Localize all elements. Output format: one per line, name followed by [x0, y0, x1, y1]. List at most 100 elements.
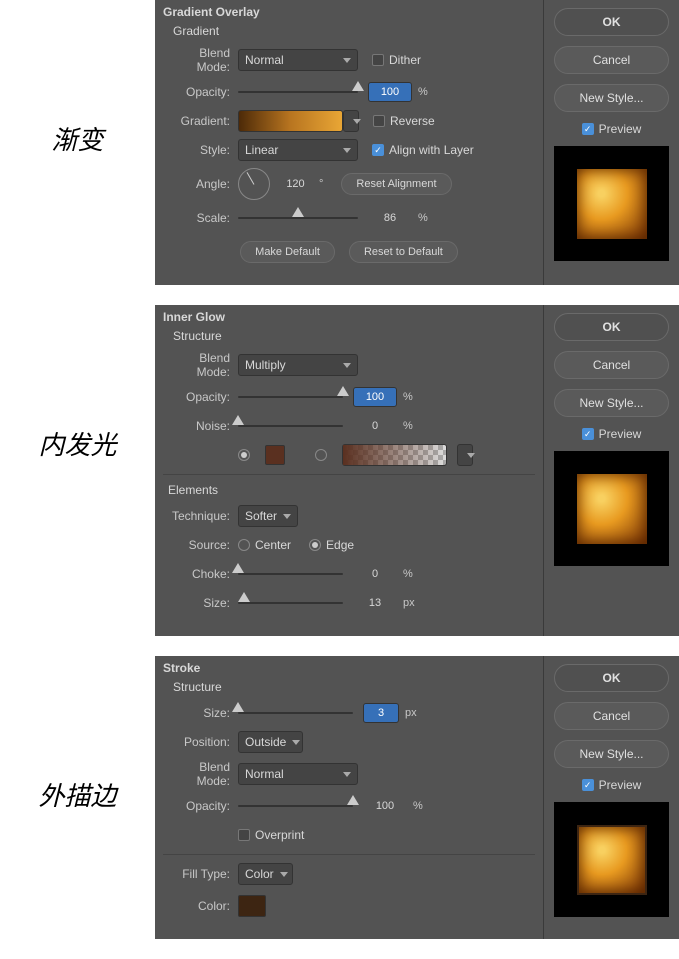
- blend-mode-select[interactable]: Multiply: [238, 354, 358, 376]
- technique-label: Technique:: [163, 509, 238, 523]
- preview-label: Preview: [599, 122, 642, 136]
- preview-checkbox[interactable]: [582, 779, 594, 791]
- technique-select[interactable]: Softer: [238, 505, 298, 527]
- section-label-innerglow: 内发光: [0, 305, 155, 462]
- reverse-checkbox[interactable]: [373, 115, 385, 127]
- color-radio[interactable]: [238, 449, 250, 461]
- choke-slider[interactable]: [238, 567, 343, 581]
- size-slider[interactable]: [238, 596, 343, 610]
- section-label-stroke: 外描边: [0, 656, 155, 813]
- noise-input[interactable]: [353, 416, 397, 436]
- blend-mode-label: Blend Mode:: [163, 351, 238, 379]
- stroke-dialog: Stroke Structure Size: px Position: Outs…: [155, 656, 679, 939]
- opacity-label: Opacity:: [163, 390, 238, 404]
- center-label: Center: [255, 538, 291, 552]
- blend-mode-label: Blend Mode:: [163, 760, 238, 788]
- new-style-button[interactable]: New Style...: [554, 740, 669, 768]
- opacity-input[interactable]: [353, 387, 397, 407]
- source-edge-radio[interactable]: [309, 539, 321, 551]
- size-input[interactable]: [353, 593, 397, 613]
- color-label: Color:: [163, 899, 238, 913]
- filltype-select[interactable]: Color: [238, 863, 293, 885]
- noise-label: Noise:: [163, 419, 238, 433]
- position-label: Position:: [163, 735, 238, 749]
- size-unit: px: [405, 707, 417, 719]
- gradient-overlay-dialog: Gradient Overlay Gradient Blend Mode: No…: [155, 0, 679, 285]
- glow-color-swatch[interactable]: [265, 445, 285, 465]
- choke-input[interactable]: [353, 564, 397, 584]
- glow-gradient-swatch[interactable]: [342, 444, 447, 466]
- opacity-slider[interactable]: [238, 390, 343, 404]
- preview-label: Preview: [599, 427, 642, 441]
- scale-input[interactable]: [368, 208, 412, 228]
- reset-default-button[interactable]: Reset to Default: [349, 241, 458, 263]
- panel-subtitle: Gradient: [173, 24, 535, 38]
- preview-box: [554, 802, 669, 917]
- preview-label: Preview: [599, 778, 642, 792]
- scale-label: Scale:: [163, 211, 238, 225]
- scale-unit: %: [418, 212, 428, 224]
- opacity-unit: %: [413, 800, 423, 812]
- opacity-label: Opacity:: [163, 85, 238, 99]
- style-label: Style:: [163, 143, 238, 157]
- new-style-button[interactable]: New Style...: [554, 389, 669, 417]
- panel-title: Inner Glow: [163, 310, 535, 324]
- source-label: Source:: [163, 538, 238, 552]
- ok-button[interactable]: OK: [554, 8, 669, 36]
- cancel-button[interactable]: Cancel: [554, 351, 669, 379]
- cancel-button[interactable]: Cancel: [554, 46, 669, 74]
- inner-glow-dialog: Inner Glow Structure Blend Mode: Multipl…: [155, 305, 679, 636]
- reset-alignment-button[interactable]: Reset Alignment: [341, 173, 451, 195]
- edge-label: Edge: [326, 538, 354, 552]
- scale-slider[interactable]: [238, 211, 358, 225]
- ok-button[interactable]: OK: [554, 313, 669, 341]
- size-unit: px: [403, 597, 415, 609]
- glow-gradient-dropdown[interactable]: [457, 444, 473, 466]
- size-label: Size:: [163, 706, 238, 720]
- overprint-label: Overprint: [255, 828, 304, 842]
- noise-slider[interactable]: [238, 419, 343, 433]
- opacity-input[interactable]: [368, 82, 412, 102]
- dither-checkbox[interactable]: [372, 54, 384, 66]
- opacity-unit: %: [403, 391, 413, 403]
- align-checkbox[interactable]: [372, 144, 384, 156]
- choke-unit: %: [403, 568, 413, 580]
- panel-subtitle: Structure: [173, 329, 535, 343]
- angle-dial[interactable]: [238, 168, 270, 200]
- blend-mode-label: Blend Mode:: [163, 46, 238, 74]
- size-slider[interactable]: [238, 706, 353, 720]
- preview-checkbox[interactable]: [582, 428, 594, 440]
- stroke-color-swatch[interactable]: [238, 895, 266, 917]
- choke-label: Choke:: [163, 567, 238, 581]
- position-select[interactable]: Outside: [238, 731, 303, 753]
- style-select[interactable]: Linear: [238, 139, 358, 161]
- blend-mode-select[interactable]: Normal: [238, 49, 358, 71]
- opacity-slider[interactable]: [238, 85, 358, 99]
- reverse-label: Reverse: [390, 114, 435, 128]
- opacity-unit: %: [418, 86, 428, 98]
- new-style-button[interactable]: New Style...: [554, 84, 669, 112]
- panel-title: Stroke: [163, 661, 535, 675]
- opacity-input[interactable]: [363, 796, 407, 816]
- cancel-button[interactable]: Cancel: [554, 702, 669, 730]
- gradient-swatch[interactable]: [238, 110, 343, 132]
- noise-unit: %: [403, 420, 413, 432]
- gradient-label: Gradient:: [163, 114, 238, 128]
- panel-title: Gradient Overlay: [163, 5, 535, 19]
- filltype-label: Fill Type:: [163, 867, 238, 881]
- gradient-picker-dropdown[interactable]: [343, 110, 359, 132]
- make-default-button[interactable]: Make Default: [240, 241, 335, 263]
- ok-button[interactable]: OK: [554, 664, 669, 692]
- elements-subtitle: Elements: [168, 483, 535, 497]
- preview-checkbox[interactable]: [582, 123, 594, 135]
- blend-mode-select[interactable]: Normal: [238, 763, 358, 785]
- overprint-checkbox[interactable]: [238, 829, 250, 841]
- dither-label: Dither: [389, 53, 421, 67]
- source-center-radio[interactable]: [238, 539, 250, 551]
- size-label: Size:: [163, 596, 238, 610]
- opacity-slider[interactable]: [238, 799, 353, 813]
- angle-input[interactable]: [278, 174, 313, 194]
- section-label-gradient: 渐变: [0, 0, 155, 157]
- gradient-radio[interactable]: [315, 449, 327, 461]
- size-input[interactable]: [363, 703, 399, 723]
